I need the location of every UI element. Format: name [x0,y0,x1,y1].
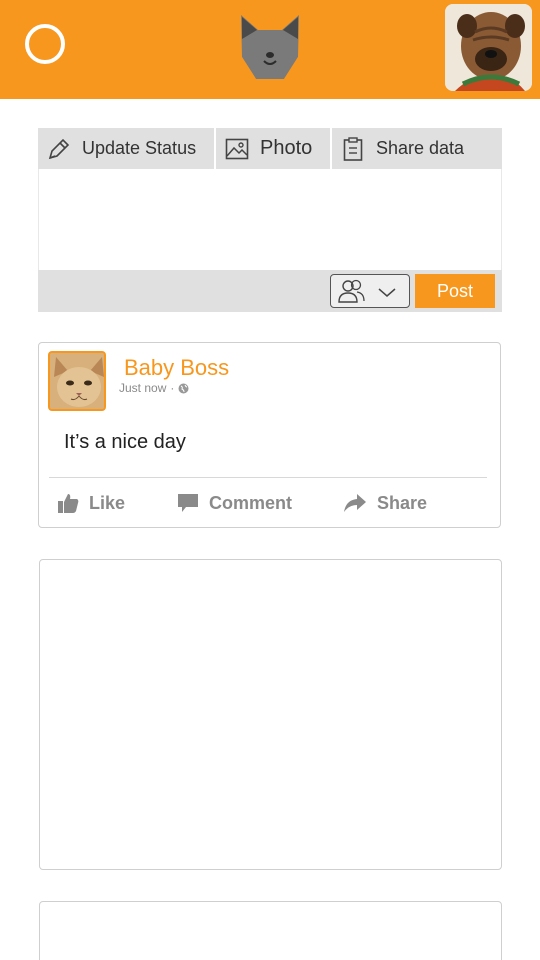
tab-update-status[interactable]: Update Status [38,128,214,169]
tab-photo[interactable]: Photo [214,128,330,169]
post-button[interactable]: Post [415,274,495,308]
tab-label: Share data [376,138,465,158]
pencil-icon [48,138,70,159]
author-avatar[interactable] [48,351,106,411]
cat-logo-icon [241,15,299,79]
post-divider [49,477,487,478]
share-button[interactable]: Share [343,489,427,517]
dog-photo-icon [445,4,532,91]
thumbs-up-icon [58,494,79,513]
people-icon [338,279,396,303]
tab-share-data[interactable]: Share data [330,128,502,169]
post-author-name[interactable]: Baby Boss [124,355,229,381]
chevron-down-icon [378,288,396,297]
like-button[interactable]: Like [57,489,125,517]
app-header [0,0,540,99]
image-icon [225,138,249,159]
composer-footer: Post [38,270,502,312]
comment-label: Comment [209,492,293,513]
clipboard-icon [343,136,363,161]
comment-button[interactable]: Comment [177,489,292,517]
post-card: Baby Boss Just now · It’s a nice day Lik… [38,342,501,528]
composer-tabs: Update Status Photo Share data [38,128,502,169]
post-text: It’s a nice day [64,431,186,453]
like-label: Like [89,492,126,513]
tab-label: Update Status [82,138,197,158]
separator-dot: · [170,381,175,395]
status-text-area[interactable] [38,169,502,270]
empty-post-card [39,901,502,960]
post-timestamp: Just now [119,381,167,395]
audience-selector-button[interactable] [330,274,410,308]
empty-post-card [39,559,502,870]
share-arrow-icon [344,494,366,512]
user-avatar[interactable] [445,4,532,91]
comment-bubble-icon [178,494,198,512]
share-label: Share [377,492,428,513]
cat-photo-icon [50,353,104,409]
globe-icon [178,383,189,393]
post-meta: Just now · [119,381,189,395]
tab-label: Photo [260,137,313,159]
menu-circle-button[interactable] [25,24,65,64]
